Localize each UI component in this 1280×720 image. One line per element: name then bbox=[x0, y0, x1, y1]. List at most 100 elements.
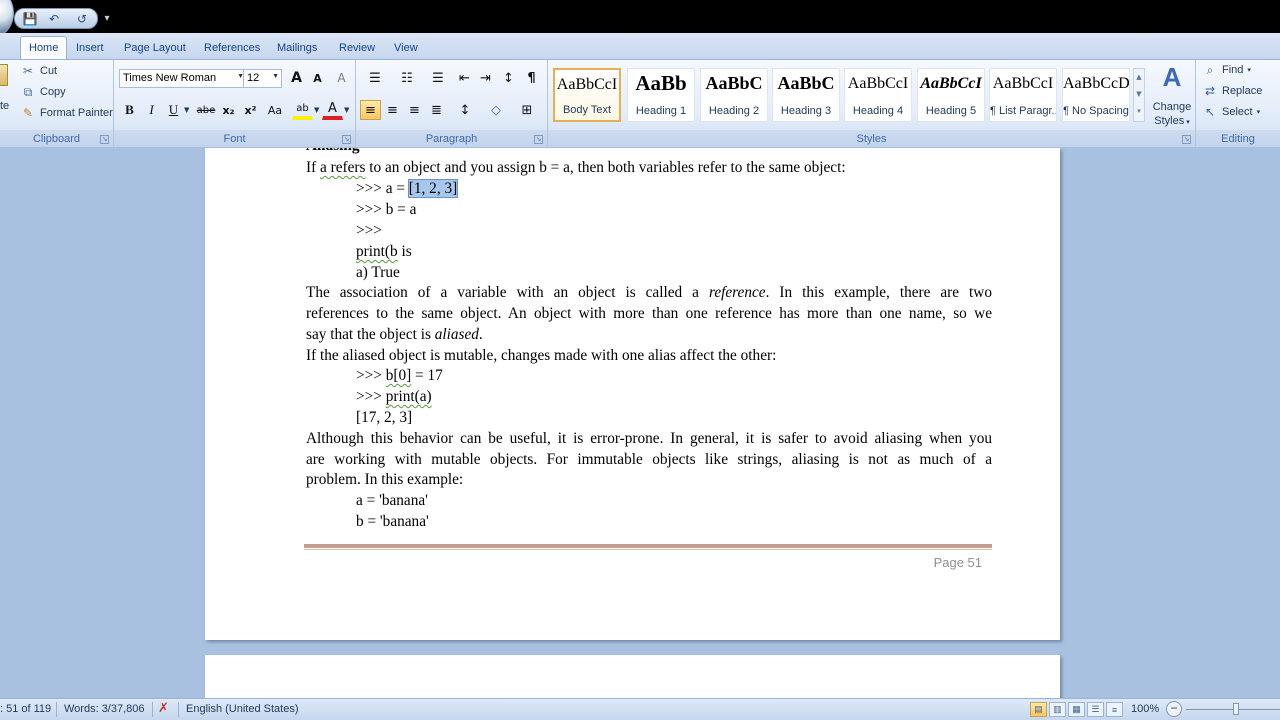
selected-text[interactable]: [1, 2, 3] bbox=[407, 179, 459, 198]
document-area[interactable]: Aliasing If a refers to an object and yo… bbox=[0, 148, 1280, 698]
clear-formatting-button[interactable]: A bbox=[331, 68, 352, 88]
style-list-paragraph[interactable]: AaBbCcI ¶ List Paragr... bbox=[989, 68, 1057, 122]
grow-font-button[interactable]: A bbox=[286, 68, 307, 88]
next-page[interactable] bbox=[205, 655, 1060, 698]
align-center-button[interactable]: ≡ bbox=[382, 100, 403, 120]
tab-references[interactable]: References bbox=[196, 36, 268, 59]
multilevel-list-button[interactable]: ☰ bbox=[424, 68, 452, 88]
editing-group: ⌕ Find ▾ ⇄ Replace ↖ Select ▾ Editing bbox=[1196, 60, 1280, 147]
page-count-status[interactable]: : 51 of 119 bbox=[0, 703, 51, 715]
language-status[interactable]: English (United States) bbox=[186, 703, 299, 715]
paragraph-launcher-icon[interactable]: ↘ bbox=[534, 135, 543, 144]
shading-button[interactable]: ◇ bbox=[482, 100, 510, 120]
style-no-spacing[interactable]: AaBbCcD ¶ No Spacing bbox=[1062, 68, 1130, 122]
word-count-status[interactable]: Words: 3/37,806 bbox=[64, 703, 145, 715]
paragraph-line: Although this behavior can be useful, it… bbox=[306, 430, 992, 447]
qat-customize-icon[interactable]: ▾ bbox=[100, 10, 114, 26]
save-icon[interactable]: 💾 bbox=[21, 11, 39, 27]
style-body-text[interactable]: AaBbCcI Body Text bbox=[553, 68, 621, 122]
style-sample: AaBbCcI bbox=[556, 76, 618, 93]
status-bar: : 51 of 119 Words: 3/37,806 ✗ English (U… bbox=[0, 698, 1280, 720]
clipboard-launcher-icon[interactable]: ↘ bbox=[100, 135, 109, 144]
tab-mailings[interactable]: Mailings bbox=[269, 36, 325, 59]
select-button[interactable]: ↖ Select ▾ bbox=[1202, 102, 1260, 122]
draft-view-icon[interactable]: ≡ bbox=[1106, 702, 1123, 717]
bold-button[interactable]: B bbox=[119, 100, 140, 120]
line-spacing-button[interactable]: ↕ bbox=[452, 100, 478, 120]
font-size-combo[interactable]: 12 ▼ bbox=[243, 69, 282, 88]
borders-button[interactable]: ⊞ bbox=[513, 100, 541, 120]
style-heading-4[interactable]: AaBbCcI Heading 4 bbox=[844, 68, 912, 122]
font-launcher-icon[interactable]: ↘ bbox=[342, 135, 351, 144]
decrease-indent-button[interactable]: ⇤ bbox=[454, 68, 475, 88]
change-styles-button[interactable]: Change Styles ▾ bbox=[1148, 100, 1196, 130]
footer-divider-thin bbox=[304, 549, 992, 550]
proofing-error-icon[interactable]: ✗ bbox=[158, 700, 169, 716]
styles-launcher-icon[interactable]: ↘ bbox=[1182, 135, 1191, 144]
superscript-button[interactable]: x² bbox=[240, 100, 261, 120]
clipboard-group: te ✂ Cut ⧉ Copy ✎ Format Painter Clipboa… bbox=[0, 60, 114, 147]
format-painter-button[interactable]: ✎ Format Painter bbox=[20, 103, 113, 123]
copy-button[interactable]: ⧉ Copy bbox=[20, 82, 66, 102]
italic-button[interactable]: I bbox=[141, 100, 162, 120]
paragraph-line: problem. In this example: bbox=[306, 471, 464, 488]
code-line: >>> b[0] = 17 bbox=[356, 367, 443, 384]
show-formatting-button[interactable]: ¶ bbox=[521, 68, 542, 88]
paragraph-line: say that the object is aliased. bbox=[306, 326, 483, 343]
tab-view[interactable]: View bbox=[386, 36, 426, 59]
styles-group-label: Styles bbox=[548, 130, 1195, 147]
subscript-button[interactable]: x₂ bbox=[218, 100, 239, 120]
align-left-button[interactable]: ≡ bbox=[360, 100, 381, 120]
styles-scroll-control[interactable]: ▲ ▼ ▾ bbox=[1133, 68, 1145, 122]
replace-button[interactable]: ⇄ Replace bbox=[1202, 81, 1262, 101]
tab-page-layout[interactable]: Page Layout bbox=[116, 36, 194, 59]
underline-button[interactable]: U bbox=[163, 100, 184, 120]
zoom-out-button[interactable]: − bbox=[1166, 701, 1182, 717]
outline-view-icon[interactable]: ☰ bbox=[1087, 702, 1104, 717]
code-line: b = 'banana' bbox=[356, 513, 429, 530]
editing-group-label: Editing bbox=[1196, 130, 1280, 147]
style-heading-5[interactable]: AaBbCcI Heading 5 bbox=[917, 68, 985, 122]
zoom-level[interactable]: 100% bbox=[1131, 703, 1159, 715]
sort-button[interactable]: ↕ bbox=[498, 68, 519, 88]
bullets-button[interactable]: ☰ bbox=[360, 68, 390, 88]
paste-label[interactable]: te bbox=[0, 100, 9, 112]
chevron-down-icon[interactable]: ▼ bbox=[344, 106, 349, 114]
find-button[interactable]: ⌕ Find ▾ bbox=[1202, 60, 1251, 80]
highlight-button[interactable]: ab bbox=[292, 100, 313, 120]
code-line: a = 'banana' bbox=[356, 492, 428, 509]
font-group: Times New Roman ▼ 12 ▼ A A A B I U ▼ abe… bbox=[114, 60, 356, 147]
shrink-font-button[interactable]: A bbox=[307, 68, 328, 88]
paste-icon[interactable] bbox=[0, 64, 8, 86]
increase-indent-button[interactable]: ⇥ bbox=[475, 68, 496, 88]
tab-home[interactable]: Home bbox=[20, 36, 68, 59]
align-right-button[interactable]: ≡ bbox=[404, 100, 425, 120]
chevron-down-icon[interactable]: ▼ bbox=[184, 106, 189, 114]
redo-icon[interactable]: ↺ bbox=[73, 11, 91, 27]
change-styles-icon[interactable]: A bbox=[1152, 62, 1192, 92]
document-page[interactable]: Aliasing If a refers to an object and yo… bbox=[205, 148, 1060, 640]
numbering-button[interactable]: ☷ bbox=[392, 68, 422, 88]
print-layout-view-icon[interactable]: ▤ bbox=[1030, 702, 1047, 717]
cut-button[interactable]: ✂ Cut bbox=[20, 61, 57, 81]
style-heading-3[interactable]: AaBbC Heading 3 bbox=[772, 68, 840, 122]
chevron-down-icon[interactable]: ▼ bbox=[314, 106, 319, 114]
web-layout-view-icon[interactable]: ▦ bbox=[1068, 702, 1085, 717]
font-color-button[interactable]: A bbox=[322, 100, 343, 120]
style-heading-1[interactable]: AaBb Heading 1 bbox=[627, 68, 695, 122]
code-line: >>> a = [1, 2, 3] bbox=[356, 179, 459, 198]
full-screen-reading-view-icon[interactable]: ▥ bbox=[1049, 702, 1066, 717]
tab-insert[interactable]: Insert bbox=[68, 36, 112, 59]
replace-label: Replace bbox=[1222, 85, 1263, 97]
style-name: ¶ List Paragr... bbox=[990, 105, 1056, 117]
strikethrough-button[interactable]: abe bbox=[193, 100, 219, 120]
paragraph-line: are working with mutable objects. For im… bbox=[306, 451, 992, 468]
zoom-slider-thumb[interactable] bbox=[1233, 703, 1239, 715]
font-name-combo[interactable]: Times New Roman ▼ bbox=[119, 69, 247, 88]
ribbon: te ✂ Cut ⧉ Copy ✎ Format Painter Clipboa… bbox=[0, 59, 1280, 147]
justify-button[interactable]: ≣ bbox=[426, 100, 447, 120]
tab-review[interactable]: Review bbox=[331, 36, 383, 59]
undo-icon[interactable]: ↶ bbox=[45, 11, 63, 27]
change-case-button[interactable]: Aa bbox=[263, 100, 287, 120]
style-heading-2[interactable]: AaBbC Heading 2 bbox=[700, 68, 768, 122]
